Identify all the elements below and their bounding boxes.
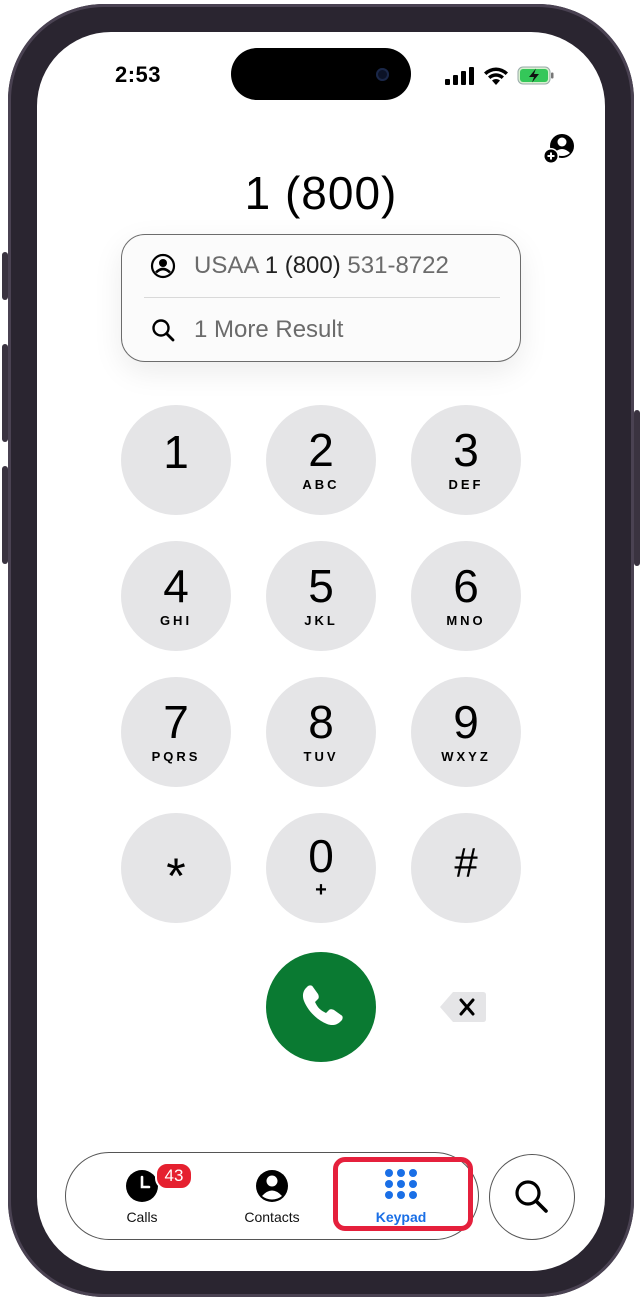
dynamic-island: [231, 48, 411, 100]
search-icon: [152, 319, 175, 342]
action-button: [2, 252, 8, 300]
key-7[interactable]: 7 PQRS: [121, 677, 231, 787]
person-circle-icon: [256, 1170, 288, 1202]
key-digit: 9: [453, 696, 479, 748]
key-3[interactable]: 3 DEF: [411, 405, 521, 515]
tab-contacts-label: Contacts: [244, 1209, 300, 1225]
suggestion-contact-rest: 531-8722: [347, 252, 449, 279]
dialed-number: 1 (800): [244, 167, 398, 219]
suggestion-more-row[interactable]: 1 More Result: [122, 299, 520, 361]
tab-calls-label: Calls: [126, 1209, 158, 1225]
suggestion-more-text: 1 More Result: [194, 316, 344, 343]
key-digit: 0: [308, 830, 334, 882]
screen: 2:53 1 (800) USAA 1 (800) 531-8722 1 Mor…: [37, 32, 605, 1271]
key-hash[interactable]: #: [411, 813, 521, 923]
key-letters: MNO: [446, 613, 486, 628]
cellular-signal-icon: [445, 66, 474, 85]
key-digit: 8: [308, 696, 334, 748]
key-letters: DEF: [448, 477, 484, 492]
key-0[interactable]: 0 +: [266, 813, 376, 923]
key-letters: PQRS: [151, 749, 201, 764]
tab-contacts[interactable]: Contacts: [226, 1153, 318, 1239]
key-letters: GHI: [159, 613, 193, 628]
key-letters: JKL: [304, 613, 338, 628]
clock-icon: [126, 1170, 158, 1202]
key-star[interactable]: *: [121, 813, 231, 923]
suggestion-contact-match: 1 (800): [264, 252, 341, 279]
key-digit: 7: [163, 696, 189, 748]
power-button: [634, 410, 640, 566]
key-letters: TUV: [303, 749, 339, 764]
suggestion-contact-name: USAA: [194, 252, 259, 279]
key-letters: WXYZ: [441, 749, 491, 764]
status-time: 2:53: [115, 62, 162, 87]
volume-down-button: [2, 466, 8, 564]
calls-badge: 43: [155, 1162, 193, 1190]
add-contact-icon[interactable]: [542, 132, 576, 166]
key-digit: 4: [163, 560, 189, 612]
suggestion-contact-row[interactable]: USAA 1 (800) 531-8722: [122, 235, 520, 297]
wifi-icon: [484, 67, 508, 85]
key-digit: 2: [308, 424, 334, 476]
key-digit: 1: [163, 426, 189, 478]
key-6[interactable]: 6 MNO: [411, 541, 521, 651]
phone-icon: [302, 985, 343, 1026]
call-button[interactable]: [266, 952, 376, 1062]
key-1[interactable]: 1: [121, 405, 231, 515]
suggestion-panel: USAA 1 (800) 531-8722 1 More Result: [121, 234, 521, 362]
suggestion-contact-text: USAA 1 (800) 531-8722: [194, 252, 449, 280]
front-camera: [376, 68, 389, 81]
search-icon: [515, 1180, 548, 1213]
key-digit: 3: [453, 424, 479, 476]
key-digit: 5: [308, 560, 334, 612]
status-icons: [445, 66, 555, 85]
key-digit: 6: [453, 560, 479, 612]
battery-charging-icon: [517, 66, 554, 85]
key-letters: ABC: [302, 477, 340, 492]
delete-backspace-icon[interactable]: [439, 990, 487, 1024]
key-8[interactable]: 8 TUV: [266, 677, 376, 787]
key-letters: +: [315, 879, 327, 901]
key-2[interactable]: 2 ABC: [266, 405, 376, 515]
contact-icon: [150, 253, 176, 279]
key-digit: *: [166, 848, 186, 904]
search-button[interactable]: [489, 1154, 575, 1240]
keypad-tab-highlight: [333, 1157, 473, 1231]
volume-up-button: [2, 344, 8, 442]
key-9[interactable]: 9 WXYZ: [411, 677, 521, 787]
key-digit: #: [454, 839, 478, 886]
key-5[interactable]: 5 JKL: [266, 541, 376, 651]
suggestion-divider: [144, 297, 500, 298]
key-4[interactable]: 4 GHI: [121, 541, 231, 651]
